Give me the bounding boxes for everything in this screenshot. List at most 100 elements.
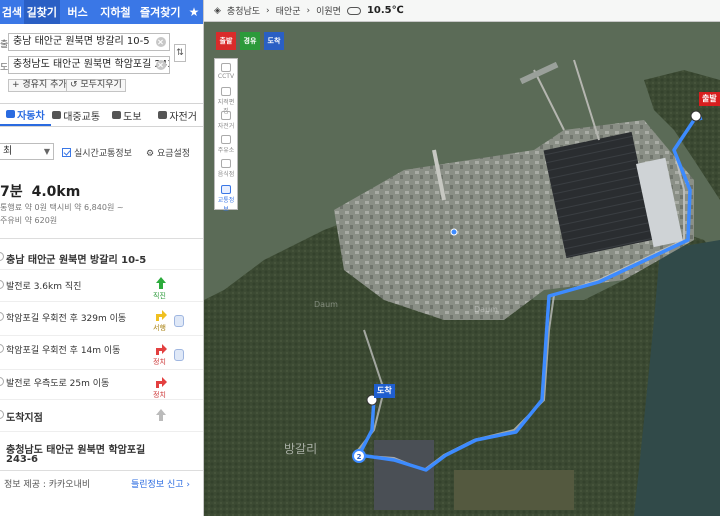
start-input[interactable]: 충남 태안군 원북면 방갈리 10-5: [8, 33, 170, 51]
daum-watermark: Daum: [474, 305, 498, 314]
clear-start-icon[interactable]: [156, 37, 166, 47]
cost-line-1: 통행료 약 0원 택시비 약 6,840원 ~: [0, 203, 124, 212]
turn-right-icon: [156, 344, 167, 355]
chevron-right-icon: ›: [266, 5, 270, 16]
cctv-tool[interactable]: CCTV: [215, 63, 237, 80]
mode-car-label: 자동차: [17, 110, 45, 122]
clear-end-icon[interactable]: [156, 60, 166, 70]
step-dot-icon: [0, 312, 4, 321]
mode-bike-label: 자전거: [169, 111, 197, 123]
bike-tool[interactable]: 자전거: [215, 111, 237, 130]
arrow-up-icon: [156, 277, 166, 289]
mode-bike[interactable]: 자전거: [152, 104, 203, 126]
tool-label: 음식점: [217, 171, 235, 178]
mode-walk[interactable]: 도보: [102, 104, 153, 126]
end-input[interactable]: 충청남도 태안군 원북면 학암포길 243-6: [8, 56, 170, 74]
car-icon: [221, 185, 231, 194]
waypoint-number: 2: [357, 453, 362, 461]
mode-transit[interactable]: 대중교통: [51, 104, 102, 126]
route-end-button[interactable]: 도착: [264, 32, 284, 50]
step-text: 학암포길 우회전 후 329m 이동: [6, 314, 127, 324]
route-via-button[interactable]: 경유: [240, 32, 260, 50]
solar-field: [374, 440, 434, 510]
report-error-link[interactable]: 틀린정보 신고 ›: [131, 477, 190, 490]
route-start-button[interactable]: 출발: [216, 32, 236, 50]
cost-line-2: 주유비 약 620원: [0, 216, 58, 225]
place-label: 방갈리: [284, 442, 318, 456]
divider: [0, 399, 203, 400]
tool-label: 자전거: [217, 123, 235, 130]
mode-car[interactable]: 자동차: [0, 104, 51, 126]
field: [454, 470, 574, 510]
tab-favorites[interactable]: 즐겨찾기: [135, 0, 185, 24]
swap-icon[interactable]: ⇅: [174, 44, 186, 62]
fork-icon: [221, 159, 231, 168]
checkbox-icon[interactable]: [62, 148, 71, 157]
tab-search[interactable]: 검색: [0, 0, 24, 24]
realtime-traffic-toggle[interactable]: 실시간교통정보: [62, 146, 132, 159]
start-input-value: 충남 태안군 원북면 방갈리 10-5: [13, 36, 150, 47]
end-input-value: 충청남도 태안군 원북면 학암포길 243-6: [13, 59, 170, 70]
clear-all-button[interactable]: ↺ 모두지우기: [66, 79, 126, 92]
step-dot-icon: [0, 344, 4, 353]
star-icon[interactable]: ★: [185, 0, 203, 24]
route-distance: 4.0km: [31, 184, 81, 200]
town-select[interactable]: 이원면: [316, 4, 341, 17]
bike-icon: [158, 111, 168, 119]
fare-settings-button[interactable]: ⚙ 요금설정: [146, 146, 190, 159]
route-summary: 7분 4.0km: [0, 181, 80, 201]
arrow-up-icon: [156, 409, 166, 421]
step-dot-icon: [0, 280, 4, 289]
start-pin-icon: [690, 110, 702, 122]
mode-walk-label: 도보: [123, 111, 142, 123]
step-text: 도착지점: [6, 413, 43, 424]
info-footer: 정보 제공 : 카카오내비 틀린정보 신고 ›: [0, 470, 203, 490]
tool-label: 주유소: [217, 147, 235, 154]
end-dot-icon: [0, 410, 4, 419]
start-marker[interactable]: 출발: [699, 92, 720, 106]
mode-transit-label: 대중교통: [63, 111, 101, 123]
end-marker[interactable]: 도착: [374, 384, 395, 398]
step-text: 충남 태안군 원북면 방갈리 10-5: [6, 255, 147, 266]
tab-directions[interactable]: 길찾기: [23, 0, 60, 24]
step-icon-label: 정치: [153, 358, 166, 366]
traffic-tool[interactable]: 교통정보: [215, 185, 237, 213]
step-text: 발전로 우측도로 25m 이동: [6, 379, 110, 389]
satellite-map[interactable]: 2 방갈리 Daum Daum 출발 도착: [204, 0, 720, 516]
camera-icon: [174, 349, 184, 361]
bus-icon: [52, 111, 62, 119]
bike-icon: [221, 111, 231, 120]
car-icon: [6, 110, 16, 118]
chevron-down-icon: ▼: [43, 147, 50, 156]
step-text: 243-6: [6, 454, 38, 465]
county-select[interactable]: 태안군: [276, 4, 301, 17]
info-source: 정보 제공 : 카카오내비: [4, 480, 91, 490]
divider: [0, 369, 203, 370]
map-canvas[interactable]: 2: [204, 0, 720, 516]
map-layer-icon: [221, 87, 231, 96]
transport-modes: 자동차 대중교통 도보 자전거: [0, 103, 203, 127]
gas-tool[interactable]: 주유소: [215, 135, 237, 154]
tool-label: 교통정보: [217, 197, 235, 213]
walk-icon: [112, 111, 122, 119]
cloud-icon: [346, 6, 361, 15]
tool-label: CCTV: [217, 73, 235, 80]
step-icon-label: 서행: [153, 324, 166, 332]
cctv-icon: [221, 63, 231, 72]
restaurant-tool[interactable]: 음식점: [215, 159, 237, 178]
add-waypoint-button[interactable]: + 경유지 추가: [8, 79, 71, 92]
top-nav: 검색 길찾기 버스 지하철 즐겨찾기 ★: [0, 0, 203, 24]
tab-bus[interactable]: 버스: [60, 0, 96, 24]
region-select[interactable]: 충청남도: [227, 4, 260, 17]
step-icon-label: 직진: [153, 292, 166, 300]
chevron-right-icon: ›: [306, 5, 311, 16]
route-option-value: 최: [3, 146, 13, 157]
fare-label: 요금설정: [156, 149, 191, 159]
start-dot-icon: [0, 252, 4, 261]
tab-subway[interactable]: 지하철: [96, 0, 136, 24]
route-steps: 충남 태안군 원북면 방갈리 10-5 발전로 3.6km 직진 직진 학암포길…: [0, 238, 203, 465]
target-icon: ◈: [214, 5, 221, 16]
divider: [0, 431, 203, 432]
route-option-select[interactable]: 최 ▼: [0, 143, 54, 160]
divider: [0, 301, 203, 302]
